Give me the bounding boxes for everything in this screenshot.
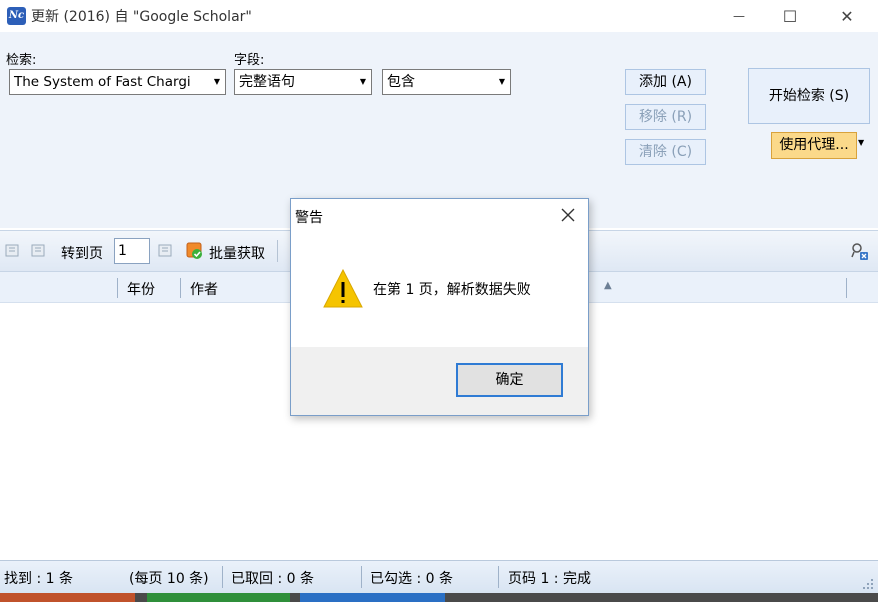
chevron-down-icon[interactable]: ▼ (499, 70, 505, 94)
column-author[interactable]: 作者 (190, 279, 218, 299)
ok-button[interactable]: 确定 (456, 363, 563, 397)
clear-button[interactable]: 清除 (C) (625, 139, 706, 165)
status-found: 找到 : 1 条 (4, 571, 73, 587)
status-divider (222, 566, 223, 588)
maximize-button[interactable]: ☐ (767, 0, 813, 32)
next-page-icon[interactable] (30, 242, 48, 260)
maximize-icon: ☐ (782, 6, 798, 26)
goto-page-label: 转到页 (61, 246, 103, 262)
field-label: 字段: (234, 53, 265, 68)
chevron-down-icon[interactable]: ▼ (214, 70, 220, 94)
dialog-message: 在第 1 页，解析数据失败 (373, 282, 531, 298)
prev-page-icon[interactable] (4, 242, 22, 260)
query-combo[interactable]: The System of Fast Chargi ▼ (9, 69, 226, 95)
field-value: 完整语句 (239, 74, 295, 90)
status-per-page: (每页 10 条) (129, 571, 209, 587)
status-divider (498, 566, 499, 588)
window-title: 更新 (2016) 自 "Google Scholar" (31, 9, 252, 25)
column-divider (180, 278, 181, 298)
query-value: The System of Fast Chargi (14, 74, 191, 90)
close-icon: ✕ (840, 6, 854, 26)
status-divider (361, 566, 362, 588)
status-retrieved: 已取回 : 0 条 (231, 571, 314, 587)
chevron-down-icon[interactable]: ▼ (360, 70, 366, 94)
background-tile (0, 593, 135, 602)
batch-fetch-icon[interactable] (185, 241, 205, 261)
background-tile (147, 593, 290, 602)
resize-grip-icon[interactable] (862, 578, 874, 590)
toolbar-divider (277, 240, 278, 262)
background-tile (300, 593, 445, 602)
warning-icon (323, 268, 363, 308)
page-number-input[interactable]: 1 (114, 238, 150, 264)
dialog-close-icon[interactable] (560, 207, 576, 223)
proxy-button[interactable]: 使用代理... (771, 132, 857, 159)
proxy-dropdown-icon[interactable]: ▼ (858, 138, 864, 147)
start-search-button[interactable]: 开始检索 (S) (748, 68, 870, 124)
search-label: 检索: (6, 53, 37, 68)
remove-button[interactable]: 移除 (R) (625, 104, 706, 130)
add-button[interactable]: 添加 (A) (625, 69, 706, 95)
clear-filter-icon[interactable] (850, 242, 870, 262)
condition-combo[interactable]: 包含 ▼ (382, 69, 511, 95)
column-divider (846, 278, 847, 298)
sort-ascending-icon[interactable]: ▲ (604, 280, 612, 291)
go-page-icon[interactable] (157, 242, 175, 260)
batch-fetch-label[interactable]: 批量获取 (209, 243, 265, 263)
condition-value: 包含 (387, 74, 415, 90)
status-checked: 已勾选 : 0 条 (370, 571, 453, 587)
status-page: 页码 1 : 完成 (508, 571, 591, 587)
minimize-button[interactable]: — (716, 0, 762, 32)
dialog-title: 警告 (295, 210, 323, 226)
column-year[interactable]: 年份 (127, 279, 155, 299)
close-button[interactable]: ✕ (824, 0, 870, 32)
app-icon: Nc (7, 7, 26, 25)
column-divider (117, 278, 118, 298)
minimize-icon: — (733, 9, 745, 23)
field-combo[interactable]: 完整语句 ▼ (234, 69, 372, 95)
